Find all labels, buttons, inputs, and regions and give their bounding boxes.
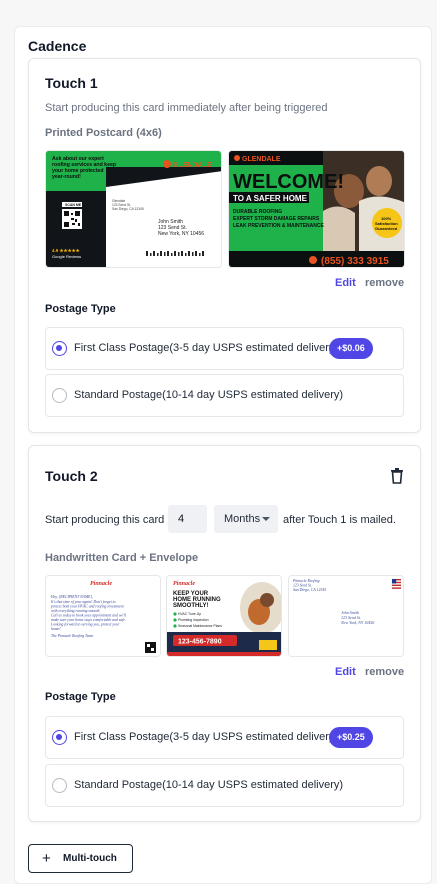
radio-standard[interactable] bbox=[52, 388, 67, 403]
cadence-panel: Cadence Touch 1 Start producing this car… bbox=[14, 26, 432, 884]
touch-2-option-standard[interactable]: Standard Postage(10-14 day USPS estimate… bbox=[45, 764, 404, 807]
envelope-art: Pinnacle Roofing 123 Send St. San Diego, C… bbox=[289, 576, 403, 656]
touch-1-postage-title: Postage Type bbox=[45, 303, 116, 315]
multi-touch-label: Multi-touch bbox=[63, 853, 117, 864]
svg-text:Seasonal Maintenance Plans: Seasonal Maintenance Plans bbox=[178, 624, 222, 628]
handwritten-letter-thumbnail[interactable]: Pinnacle Hey, [RECIPIENT NAME], It's tha… bbox=[45, 575, 161, 657]
glendale-logo-icon bbox=[163, 160, 171, 168]
after-touch-text: after Touch 1 is mailed. bbox=[283, 514, 396, 526]
option-name: Standard Postage bbox=[74, 779, 163, 791]
postcard-front-thumbnail[interactable]: GLENDALE Ask about our expert roofing ser… bbox=[45, 150, 222, 268]
touch-2-postage-title: Postage Type bbox=[45, 691, 116, 703]
promo-phone: 123-456-7890 bbox=[178, 639, 222, 646]
option-name: Standard Postage bbox=[74, 389, 163, 401]
option-desc: (3-5 day USPS estimated delivery) bbox=[169, 731, 339, 743]
trash-icon[interactable] bbox=[390, 468, 404, 484]
touch-1-card: Touch 1 Start producing this card immedi… bbox=[28, 58, 421, 433]
touch-2-card-type: Handwritten Card + Envelope bbox=[45, 552, 199, 564]
promo-card-thumbnail[interactable]: Pinnacle KEEP YOUR HOME RUNNING SMOOTHLY! … bbox=[166, 575, 282, 657]
delay-unit-value: Months bbox=[224, 513, 261, 525]
svg-text:HVAC Tune-Up: HVAC Tune-Up bbox=[178, 612, 201, 616]
touch-1-option-first-class[interactable]: First Class Postage(3-5 day USPS estimat… bbox=[45, 327, 404, 370]
price-badge: +$0.25 bbox=[329, 727, 373, 748]
postcard-back-art: GLENDALE WELCOME! TO A SAFER HOME DURABL… bbox=[229, 151, 404, 267]
touch-1-card-type: Printed Postcard (4x6) bbox=[45, 127, 162, 139]
option-desc: (10-14 day USPS estimated delivery) bbox=[162, 389, 344, 401]
envelope-thumbnail[interactable]: Pinnacle Roofing 123 Send St. San Diego, C… bbox=[288, 575, 404, 657]
radio-first-class-checked[interactable] bbox=[52, 730, 67, 745]
touch-2-option-first-class[interactable]: First Class Postage(3-5 day USPS estimat… bbox=[45, 716, 404, 759]
back-phone: (855) 333 3915 bbox=[321, 256, 389, 267]
rating-text: 4.9 ★★★★★ bbox=[52, 248, 81, 253]
touch-1-subtitle: Start producing this card immediately af… bbox=[45, 102, 328, 114]
tagline-text: TO A SAFER HOME bbox=[233, 194, 308, 203]
touch-2-card: Touch 2 Start producing this card Months… bbox=[28, 445, 421, 822]
cadence-title: Cadence bbox=[28, 38, 87, 54]
reviews-text: Google Reviews bbox=[52, 254, 81, 259]
touch-1-title: Touch 1 bbox=[45, 75, 98, 91]
radio-first-class-checked[interactable] bbox=[52, 341, 67, 356]
welcome-text: WELCOME! bbox=[233, 171, 344, 193]
letter-art: Pinnacle Hey, [RECIPIENT NAME], It's tha… bbox=[46, 576, 160, 656]
multi-touch-button[interactable]: + Multi-touch bbox=[28, 844, 133, 873]
svg-text:Plumbing Inspection: Plumbing Inspection bbox=[178, 618, 209, 622]
touch-1-remove-link[interactable]: remove bbox=[365, 277, 404, 289]
front-brand: GLENDALE bbox=[173, 162, 212, 169]
promo-brand: Pinnacle bbox=[173, 581, 195, 587]
scan-me-label: SCAN ME bbox=[65, 203, 82, 207]
price-badge: +$0.06 bbox=[329, 338, 373, 359]
plus-icon: + bbox=[42, 850, 51, 867]
option-name: First Class Postage bbox=[74, 342, 170, 354]
letter-brand: Pinnacle bbox=[90, 581, 112, 587]
radio-standard[interactable] bbox=[52, 778, 67, 793]
back-brand: GLENDALE bbox=[242, 156, 281, 163]
postcard-front-art: GLENDALE Ask about our expert roofing ser… bbox=[46, 151, 221, 267]
touch-1-edit-link[interactable]: Edit bbox=[335, 277, 356, 289]
touch-2-title: Touch 2 bbox=[45, 468, 98, 484]
flag-stamp-icon bbox=[391, 578, 402, 590]
phone-icon bbox=[309, 256, 317, 264]
delay-value-input[interactable] bbox=[168, 505, 207, 533]
start-producing-text: Start producing this card bbox=[45, 514, 165, 526]
option-desc: (3-5 day USPS estimated delivery) bbox=[169, 342, 339, 354]
chevron-down-icon bbox=[262, 517, 270, 521]
touch-1-option-standard[interactable]: Standard Postage(10-14 day USPS estimate… bbox=[45, 374, 404, 417]
option-name: First Class Postage bbox=[74, 731, 170, 743]
promo-art: Pinnacle KEEP YOUR HOME RUNNING SMOOTHLY! … bbox=[167, 576, 281, 656]
touch-2-edit-link[interactable]: Edit bbox=[335, 666, 356, 678]
touch-2-remove-link[interactable]: remove bbox=[365, 666, 404, 678]
option-desc: (10-14 day USPS estimated delivery) bbox=[162, 779, 344, 791]
postcard-back-thumbnail[interactable]: GLENDALE WELCOME! TO A SAFER HOME DURABL… bbox=[228, 150, 405, 268]
delay-unit-select[interactable]: Months bbox=[214, 505, 278, 533]
